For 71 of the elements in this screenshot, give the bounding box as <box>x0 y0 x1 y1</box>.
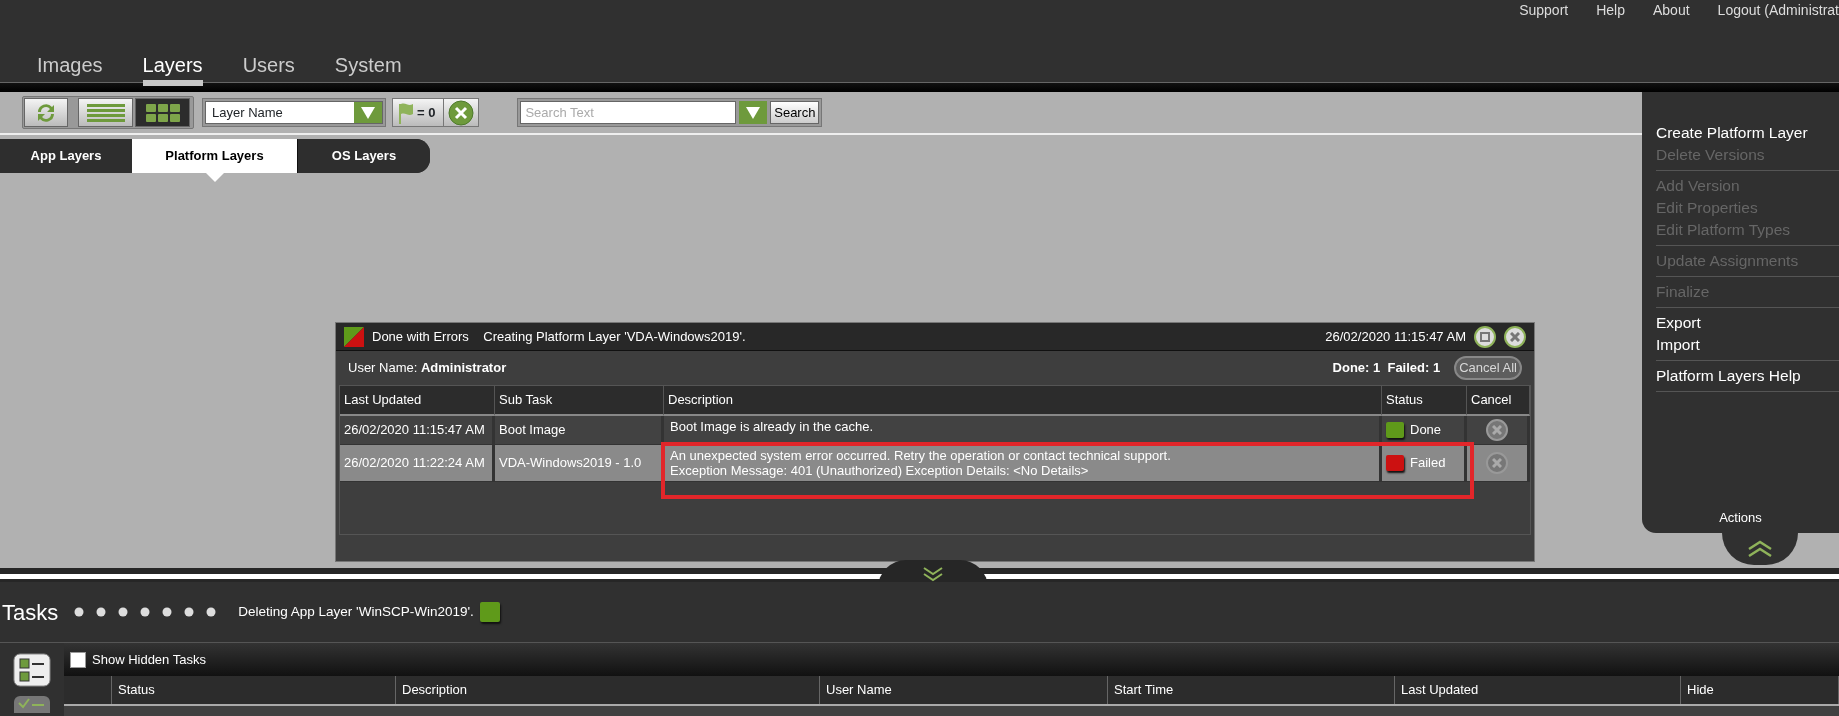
flag-icon <box>397 101 413 124</box>
cancel-button[interactable] <box>1486 418 1508 441</box>
window-icon <box>1480 331 1490 342</box>
checkbox[interactable] <box>70 651 86 668</box>
actions-label: Actions <box>1718 508 1763 527</box>
filter-dropdown[interactable]: Layer Name <box>202 98 386 127</box>
column-header: User Name <box>820 676 1108 704</box>
table-cell: An unexpected system error occurred. Retry the operation or contact technical support. Exception Message: 401 (Unauthorized) Exception Details: <No Details> <box>664 444 1382 482</box>
maximize-button[interactable] <box>1474 325 1496 348</box>
table-row[interactable]: 26/02/2020 11:15:47 AM Boot Image Boot Image is already in the cache. Done <box>340 415 1530 445</box>
table-cell: 26/02/2020 11:22:24 AM <box>340 444 495 482</box>
table-cell: Boot Image <box>495 415 664 445</box>
panel-title: Tasks <box>2 598 59 627</box>
view-button[interactable] <box>135 98 190 127</box>
search-field[interactable]: Search Text <box>520 101 737 124</box>
task-list-icon <box>13 653 51 687</box>
caret-down-icon <box>746 106 761 119</box>
column-header: Last Updated <box>340 386 495 416</box>
header-link[interactable]: Support <box>1519 0 1569 21</box>
close-icon <box>1492 457 1502 468</box>
checkbox-label: Show Hidden Tasks <box>92 650 206 669</box>
table-cell: VDA-Windows2019 - 1.0 <box>495 444 664 482</box>
pointer-icon <box>204 172 225 182</box>
column-header: Status <box>1382 386 1467 416</box>
column-header: Description <box>664 386 1382 416</box>
splitter-bar[interactable] <box>0 568 1839 582</box>
dialog-title: Creating Platform Layer 'VDA-Windows2019'. <box>483 327 746 346</box>
action-item[interactable]: Platform Layers Help <box>1656 365 1801 387</box>
checklist-icon <box>13 694 51 713</box>
action-item[interactable]: Export <box>1656 312 1701 334</box>
timestamp: 26/02/2020 11:15:47 AM <box>1325 327 1466 346</box>
header-link[interactable]: About <box>1653 0 1690 21</box>
column-header: Status <box>112 676 396 704</box>
column-header: Sub Task <box>495 386 664 416</box>
view-button[interactable] <box>78 98 133 127</box>
nav-tab[interactable]: Images <box>37 54 103 86</box>
close-button[interactable] <box>1504 325 1526 348</box>
status-error-icon <box>344 326 364 347</box>
close-icon <box>1510 331 1520 342</box>
user-name: User Name: Administrator <box>348 359 507 378</box>
nav-tab[interactable]: Users <box>242 54 295 86</box>
column-header: Start Time <box>1108 676 1395 704</box>
view-button[interactable] <box>13 693 51 713</box>
close-icon <box>448 99 475 126</box>
column-header: Hide <box>1681 676 1839 704</box>
caret-down-icon <box>361 106 375 119</box>
view-button[interactable] <box>13 653 51 687</box>
search-button[interactable]: Search <box>770 101 820 124</box>
flag-filter[interactable]: = 0 <box>393 99 445 126</box>
table-row[interactable] <box>340 444 1530 482</box>
view-button[interactable] <box>24 98 68 127</box>
list-icon <box>86 102 125 123</box>
sub-tab[interactable]: OS Layers <box>297 139 430 173</box>
chevron-up-icon <box>1747 539 1773 559</box>
status-text: Failed <box>1410 453 1446 472</box>
action-item[interactable]: Import <box>1656 334 1700 356</box>
column-header: Description <box>396 676 820 704</box>
status-text: Done with Errors <box>372 327 469 346</box>
close-icon <box>1492 424 1502 435</box>
header-link[interactable]: Help <box>1596 0 1625 21</box>
current-task: Deleting App Layer 'WinSCP-Win2019'. <box>238 602 474 621</box>
table-cell: 26/02/2020 11:15:47 AM <box>340 415 495 445</box>
grid-icon <box>145 103 180 122</box>
column-header: Cancel <box>1467 386 1530 416</box>
status-text: Done <box>1410 420 1442 439</box>
column-header: Last Updated <box>1395 676 1681 704</box>
task-counts: Done: 1 Failed: 1 <box>1332 359 1441 378</box>
action-item[interactable]: Create Platform Layer <box>1656 122 1808 144</box>
header-link[interactable]: Logout (Administrat <box>1717 0 1839 21</box>
nav-tab[interactable]: System <box>334 54 402 86</box>
chevron-down-icon <box>922 566 944 584</box>
